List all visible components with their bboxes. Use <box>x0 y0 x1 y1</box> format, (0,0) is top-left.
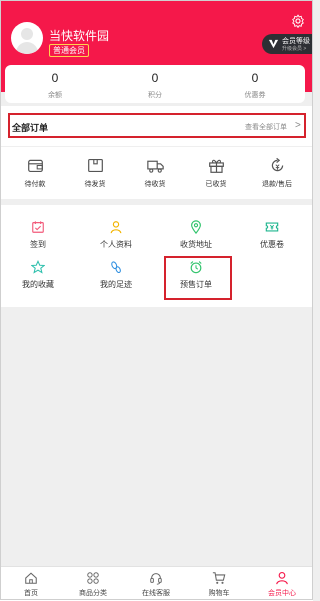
location-icon <box>191 220 201 234</box>
member-level-button[interactable]: 会员等级 升级会员 > <box>262 34 313 54</box>
nav-categories[interactable]: 商品分类 <box>62 571 124 597</box>
member-icon <box>276 572 288 585</box>
status-label: 待发货 <box>84 181 106 188</box>
tool-label: 优惠卷 <box>260 240 284 249</box>
status-pending-payment[interactable]: 待付款 <box>10 157 60 188</box>
all-orders-highlight-box <box>8 113 306 138</box>
refund-icon <box>271 157 283 172</box>
status-pending-shipment[interactable]: 待发货 <box>70 157 120 188</box>
tool-label: 签到 <box>30 240 46 249</box>
box-icon <box>87 158 103 173</box>
stat-value: 0 <box>151 71 159 85</box>
home-icon <box>25 572 37 584</box>
presale-orders-highlight-box <box>164 256 232 300</box>
tool-label: 我的收藏 <box>22 280 54 289</box>
tool-favorites[interactable]: 我的收藏 <box>8 260 68 289</box>
status-label: 待付款 <box>24 181 46 188</box>
status-label: 待收货 <box>144 181 166 188</box>
gift-icon <box>208 159 224 173</box>
status-received[interactable]: 已收货 <box>191 157 241 188</box>
stat-label: 余额 <box>48 92 62 99</box>
store-name: 当快软件园 <box>49 29 110 43</box>
bottom-navigation: 首页 商品分类 在线客服 购物车 会员中心 <box>0 566 313 601</box>
cart-icon <box>212 572 226 584</box>
status-label: 已收货 <box>205 181 227 188</box>
tool-footprints[interactable]: 我的足迹 <box>86 260 146 289</box>
nav-label: 会员中心 <box>268 590 296 597</box>
tool-label: 我的足迹 <box>100 280 132 289</box>
tool-check-in[interactable]: 签到 <box>8 220 68 249</box>
nav-label: 商品分类 <box>79 590 107 597</box>
tool-shipping-address[interactable]: 收货地址 <box>166 220 226 249</box>
calendar-icon <box>32 221 44 233</box>
nav-label: 购物车 <box>208 590 230 597</box>
tool-profile[interactable]: 个人资料 <box>86 220 146 249</box>
headset-icon <box>150 573 162 585</box>
status-pending-receipt[interactable]: 待收货 <box>130 157 180 188</box>
nav-customer-service[interactable]: 在线客服 <box>125 571 187 597</box>
coupon-icon <box>265 222 279 232</box>
tool-coupons[interactable]: 优惠卷 <box>242 220 302 249</box>
nav-member-center[interactable]: 会员中心 <box>251 571 313 597</box>
user-icon <box>110 221 122 234</box>
settings-gear-icon[interactable] <box>291 14 305 28</box>
nav-cart[interactable]: 购物车 <box>188 571 250 597</box>
tool-label: 个人资料 <box>100 240 132 249</box>
star-icon <box>31 260 45 274</box>
tool-label: 收货地址 <box>180 240 212 249</box>
stat-label: 优惠券 <box>244 92 266 99</box>
nav-label: 在线客服 <box>142 590 170 597</box>
account-stats-card: 0 余额 0 积分 0 优惠券 <box>5 65 305 103</box>
footprint-icon <box>111 261 121 274</box>
status-refund-aftersale[interactable]: 退款/售后 <box>252 157 302 188</box>
status-label: 退款/售后 <box>262 181 292 188</box>
stat-value: 0 <box>51 71 59 85</box>
stat-value: 0 <box>251 71 259 85</box>
truck-icon <box>146 160 164 173</box>
member-level-subtitle: 升级会员 > <box>282 46 307 52</box>
avatar[interactable] <box>11 22 43 54</box>
category-icon <box>87 572 99 584</box>
member-badge: 普通会员 <box>49 44 89 57</box>
nav-home[interactable]: 首页 <box>0 571 62 597</box>
stat-label: 积分 <box>148 92 162 99</box>
nav-label: 首页 <box>24 590 38 597</box>
vip-icon <box>268 39 279 49</box>
wallet-icon <box>27 159 43 173</box>
